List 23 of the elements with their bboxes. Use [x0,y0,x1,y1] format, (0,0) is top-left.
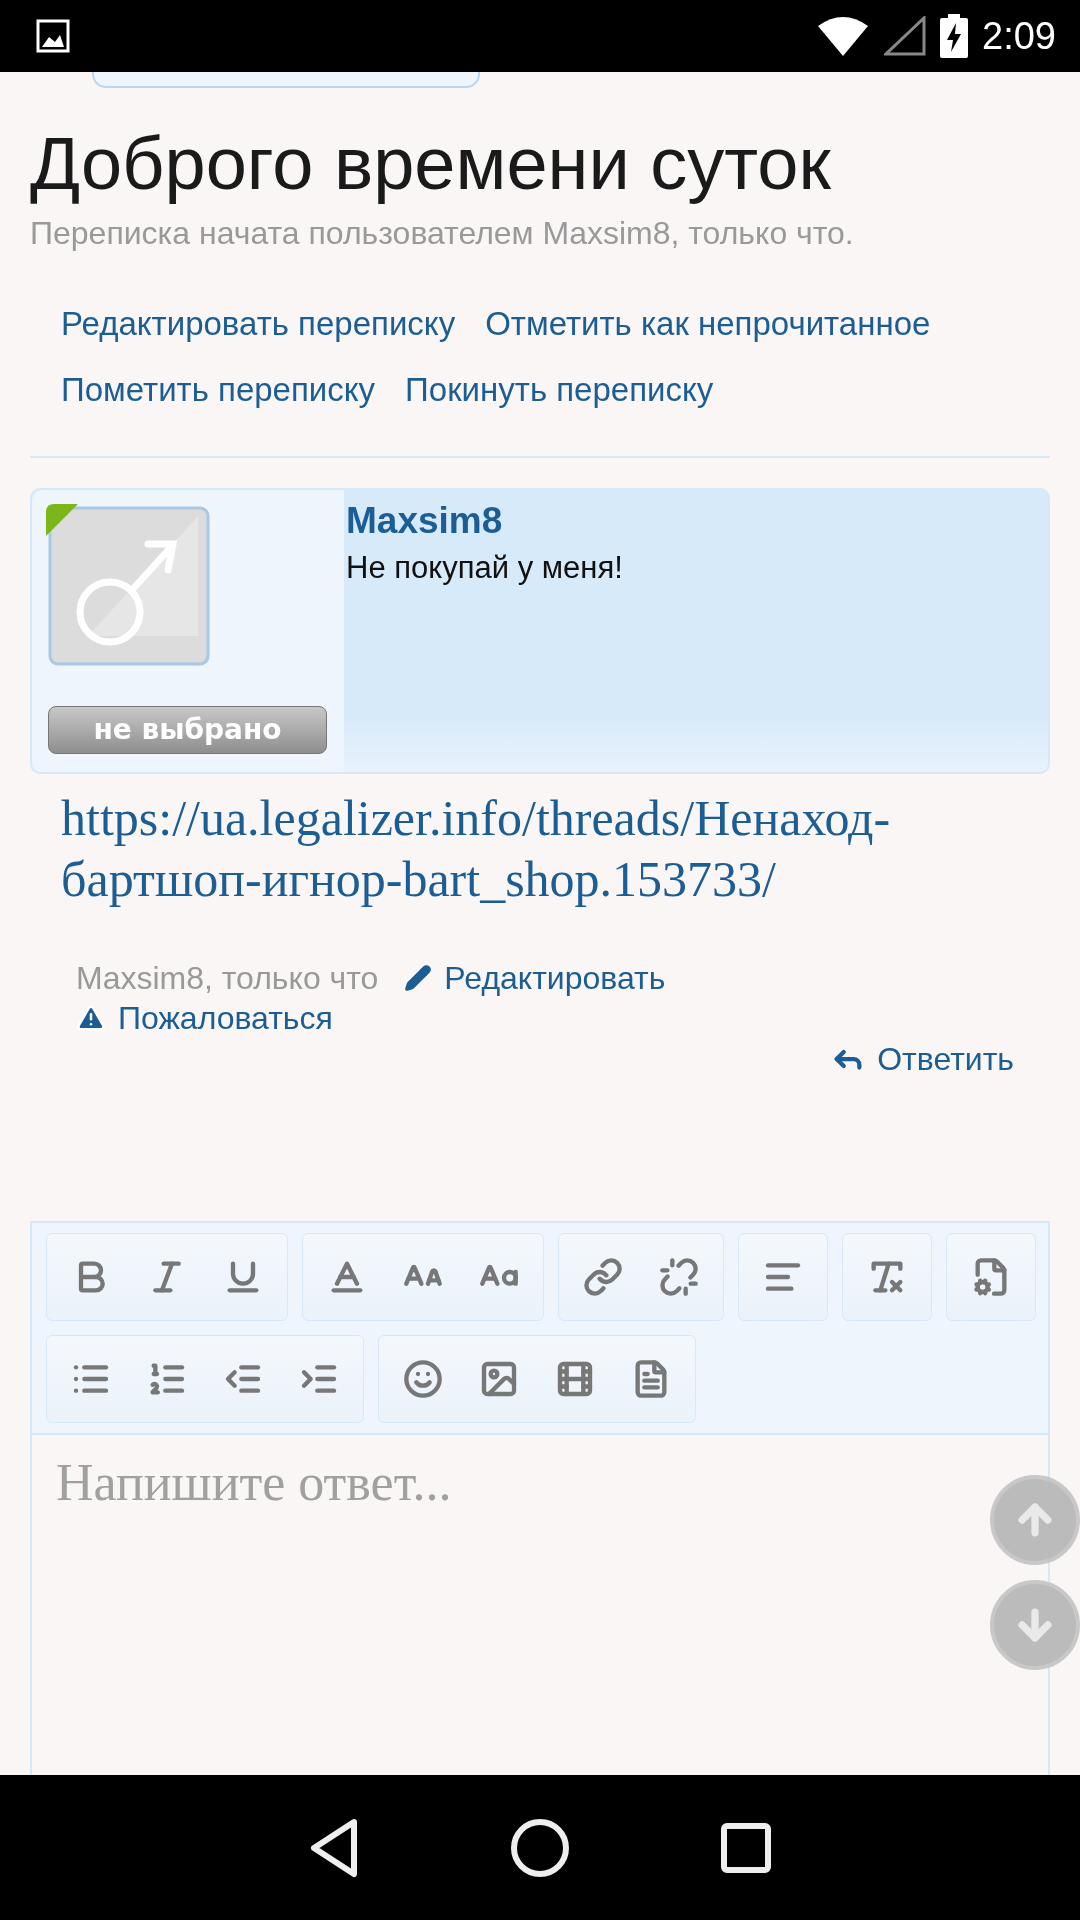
recent-apps-icon[interactable] [720,1821,772,1874]
wifi-icon [816,16,871,56]
signal-icon [884,16,927,56]
post-meta: Maxsim8, только что [76,959,379,997]
thread-action-link[interactable]: Редактировать переписку [61,302,456,344]
report-link[interactable]: Пожаловаться [76,999,333,1037]
corner-marker [46,503,78,536]
clock-time: 2:09 [982,14,1056,58]
back-icon[interactable] [308,1817,360,1878]
thread-action-link[interactable]: Отметить как непрочитанное [485,302,931,344]
author-name[interactable]: Maxsim8 [346,499,623,542]
thread-action-link[interactable]: Покинуть переписку [405,368,714,410]
home-icon[interactable] [510,1817,570,1878]
battery-charging-icon [940,14,969,58]
pencil-icon [404,964,433,993]
gallery-icon [36,19,70,53]
thread-title: Доброго времени суток [30,121,832,207]
thread-action-link[interactable]: Пометить переписку [61,368,376,410]
edit-link[interactable]: Редактировать [404,959,666,997]
reply-link[interactable]: Ответить [831,1040,1014,1078]
thread-info: Переписка начата пользователем Maxsim8, только что. [30,213,855,252]
message-text: Не покупай у меня! [346,549,623,586]
url-link[interactable]: https://ua.legalizer.info/threads/Ненаход-бартшоп-игнор-bart_shop.153733/ [61,787,1019,910]
